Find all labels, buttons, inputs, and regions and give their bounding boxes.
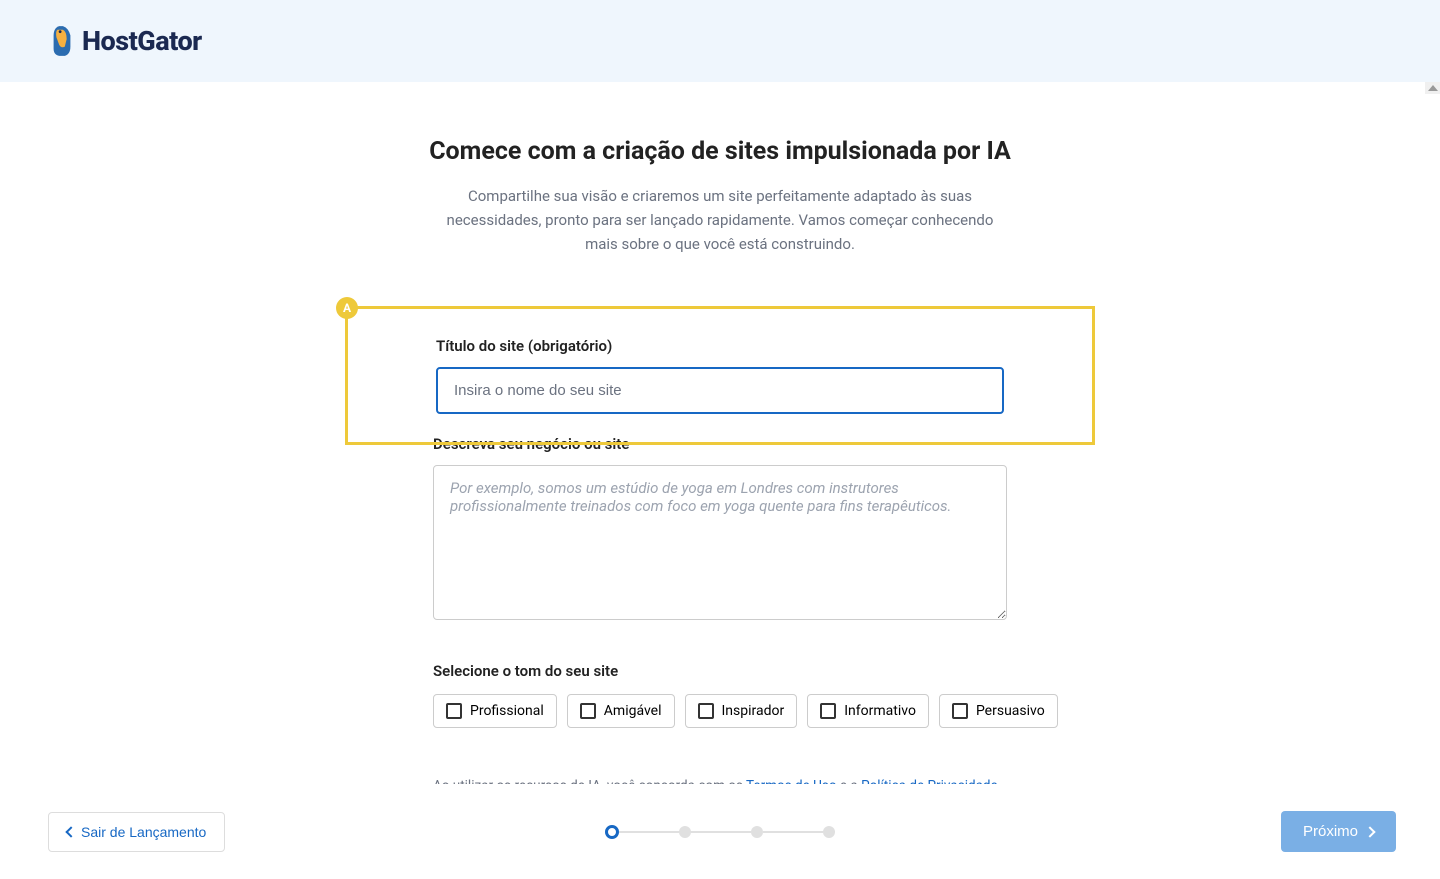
step-dot-3[interactable] bbox=[751, 826, 763, 838]
brand-name: HostGator bbox=[82, 25, 202, 57]
gator-icon bbox=[48, 22, 76, 60]
progress-stepper bbox=[605, 825, 835, 839]
tone-label: Selecione o tom do seu site bbox=[433, 662, 1007, 680]
checkbox-icon bbox=[952, 703, 968, 719]
tone-chip-informativo[interactable]: Informativo bbox=[807, 694, 929, 728]
header: HostGator bbox=[0, 0, 1440, 82]
tone-options: Profissional Amigável Inspirador Informa… bbox=[433, 694, 1007, 728]
tone-chip-profissional[interactable]: Profissional bbox=[433, 694, 557, 728]
tone-chip-inspirador[interactable]: Inspirador bbox=[685, 694, 798, 728]
describe-textarea[interactable] bbox=[433, 465, 1007, 620]
checkbox-icon bbox=[698, 703, 714, 719]
checkbox-icon bbox=[446, 703, 462, 719]
checkbox-icon bbox=[820, 703, 836, 719]
legal-text: Ao utilizar os recursos de IA, você conc… bbox=[433, 776, 1007, 784]
step-line bbox=[763, 831, 823, 833]
brand-logo: HostGator bbox=[48, 22, 202, 60]
tone-chip-label: Amigável bbox=[604, 703, 662, 719]
page-title: Comece com a criação de sites impulsiona… bbox=[370, 137, 1070, 166]
tone-chip-label: Informativo bbox=[844, 703, 916, 719]
next-button[interactable]: Próximo bbox=[1281, 811, 1396, 852]
page-subtitle: Compartilhe sua visão e criaremos um sit… bbox=[430, 184, 1010, 256]
site-title-input[interactable] bbox=[436, 367, 1004, 414]
chevron-left-icon bbox=[65, 826, 76, 837]
step-dot-1[interactable] bbox=[605, 825, 619, 839]
exit-button[interactable]: Sair de Lançamento bbox=[48, 812, 225, 852]
highlight-badge: A bbox=[336, 297, 358, 319]
tone-chip-amigavel[interactable]: Amigável bbox=[567, 694, 675, 728]
main-form: Comece com a criação de sites impulsiona… bbox=[370, 82, 1070, 784]
content-scroll-area[interactable]: Comece com a criação de sites impulsiona… bbox=[0, 82, 1440, 784]
step-line bbox=[619, 831, 679, 833]
tone-chip-persuasivo[interactable]: Persuasivo bbox=[939, 694, 1058, 728]
footer: Sair de Lançamento Próximo bbox=[0, 784, 1440, 879]
site-title-label: Título do site (obrigatório) bbox=[436, 337, 1004, 355]
exit-button-label: Sair de Lançamento bbox=[81, 824, 206, 840]
checkbox-icon bbox=[580, 703, 596, 719]
tone-chip-label: Persuasivo bbox=[976, 703, 1045, 719]
tone-chip-label: Profissional bbox=[470, 703, 544, 719]
step-dot-2[interactable] bbox=[679, 826, 691, 838]
next-button-label: Próximo bbox=[1303, 823, 1358, 840]
step-dot-4[interactable] bbox=[823, 826, 835, 838]
tone-chip-label: Inspirador bbox=[722, 703, 785, 719]
step-line bbox=[691, 831, 751, 833]
chevron-right-icon bbox=[1364, 826, 1375, 837]
highlighted-section: A Título do site (obrigatório) bbox=[345, 306, 1095, 445]
